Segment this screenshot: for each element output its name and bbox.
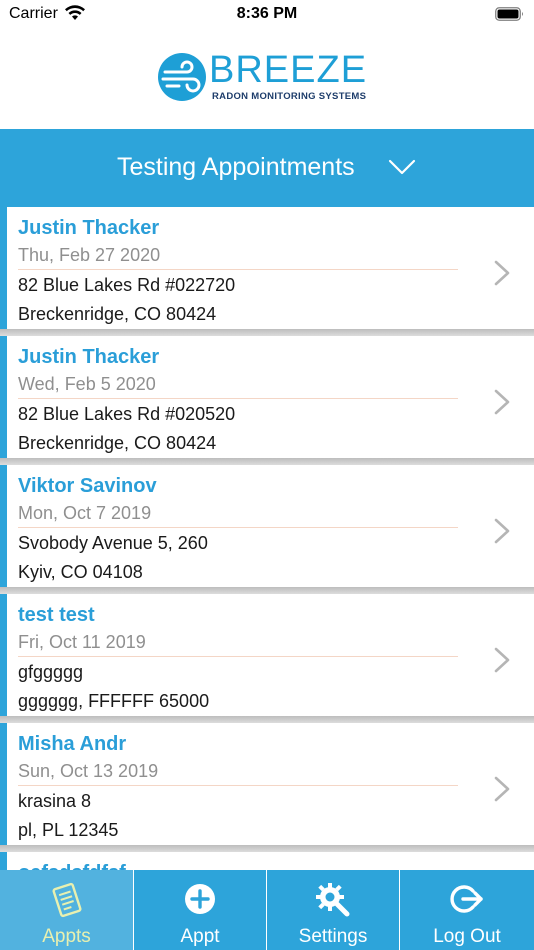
battery-icon xyxy=(495,7,523,21)
row-separator xyxy=(0,329,534,336)
row-accent xyxy=(0,594,7,716)
tab-bar: Appts Appt Settings Log Out xyxy=(0,870,534,950)
tab-label: Appt xyxy=(180,926,220,947)
appointment-row[interactable]: Misha Andr Sun, Oct 13 2019 krasina 8 pl… xyxy=(0,723,534,845)
address-line-2: pl, PL 12345 xyxy=(18,820,119,840)
appointment-row[interactable]: Justin Thacker Thu, Feb 27 2020 82 Blue … xyxy=(0,207,534,329)
appointment-date: Thu, Feb 27 2020 xyxy=(18,245,161,265)
chevron-right-icon xyxy=(494,260,510,286)
add-circle-icon xyxy=(185,884,215,914)
tab-appts[interactable]: Appts xyxy=(0,870,134,950)
appointment-row[interactable]: Viktor Savinov Mon, Oct 7 2019 Svobody A… xyxy=(0,465,534,587)
row-separator xyxy=(0,845,534,852)
client-name: Justin Thacker xyxy=(18,346,160,368)
appointment-row[interactable]: oafsdsfdfsf xyxy=(0,852,534,870)
status-time: 8:36 PM xyxy=(236,5,298,22)
row-divider xyxy=(18,527,458,528)
row-separator xyxy=(0,587,534,594)
row-accent xyxy=(0,336,7,458)
tab-label: Log Out xyxy=(433,926,501,947)
appointments-list[interactable]: Justin Thacker Thu, Feb 27 2020 82 Blue … xyxy=(0,207,534,870)
row-divider xyxy=(18,269,458,270)
chevron-right-icon xyxy=(494,776,510,802)
address-line-1: gfggggg xyxy=(18,662,84,682)
appointment-row[interactable]: test test Fri, Oct 11 2019 gfggggg ggggg… xyxy=(0,594,534,716)
tab-appt[interactable]: Appt xyxy=(134,870,267,950)
row-accent xyxy=(0,852,7,870)
settings-gear-icon xyxy=(316,883,350,917)
address-line-1: Svobody Avenue 5, 260 xyxy=(18,533,208,553)
chevron-down-icon[interactable] xyxy=(388,158,416,176)
row-separator xyxy=(0,458,534,465)
wind-swirl-icon xyxy=(158,53,206,101)
chevron-right-icon xyxy=(494,389,510,415)
logout-icon xyxy=(450,885,483,913)
address-line-2: gggggg, FFFFFF 65000 xyxy=(18,691,210,711)
appointment-date: Wed, Feb 5 2020 xyxy=(18,374,156,394)
row-accent xyxy=(0,723,7,845)
row-divider xyxy=(18,656,458,657)
appointments-header[interactable]: Testing Appointments xyxy=(0,129,534,207)
address-line-2: Breckenridge, CO 80424 xyxy=(18,304,217,324)
appointment-date: Mon, Oct 7 2019 xyxy=(18,503,152,523)
tab-label: Appts xyxy=(42,926,91,947)
client-name: Viktor Savinov xyxy=(18,475,157,497)
tab-logout[interactable]: Log Out xyxy=(400,870,534,950)
tab-settings[interactable]: Settings xyxy=(267,870,400,950)
address-line-2: Kyiv, CO 04108 xyxy=(18,562,143,582)
client-name: Misha Andr xyxy=(18,733,127,755)
header-title: Testing Appointments xyxy=(117,153,355,181)
appointment-row[interactable]: Justin Thacker Wed, Feb 5 2020 82 Blue L… xyxy=(0,336,534,458)
client-name: Justin Thacker xyxy=(18,217,160,239)
logo-wordmark: BREEZE xyxy=(209,49,368,91)
appointment-date: Fri, Oct 11 2019 xyxy=(18,632,146,652)
address-line-2: Breckenridge, CO 80424 xyxy=(18,433,217,453)
appointments-list-icon xyxy=(51,882,82,918)
status-bar: Carrier 8:36 PM xyxy=(0,0,534,30)
address-line-1: 82 Blue Lakes Rd #020520 xyxy=(18,404,236,424)
address-line-1: krasina 8 xyxy=(18,791,92,811)
row-accent xyxy=(0,207,7,329)
client-name: test test xyxy=(18,604,95,626)
row-accent xyxy=(0,465,7,587)
row-separator xyxy=(0,716,534,723)
chevron-right-icon xyxy=(494,518,510,544)
address-line-1: 82 Blue Lakes Rd #022720 xyxy=(18,275,236,295)
tab-label: Settings xyxy=(298,926,368,947)
row-divider xyxy=(18,398,458,399)
appointment-date: Sun, Oct 13 2019 xyxy=(18,761,159,781)
logo-subtitle: RADON MONITORING SYSTEMS xyxy=(212,91,367,102)
chevron-right-icon xyxy=(494,647,510,673)
breeze-logo: BREEZE RADON MONITORING SYSTEMS xyxy=(157,50,379,106)
row-divider xyxy=(18,785,458,786)
client-name: oafsdsfdfsf xyxy=(18,862,126,870)
